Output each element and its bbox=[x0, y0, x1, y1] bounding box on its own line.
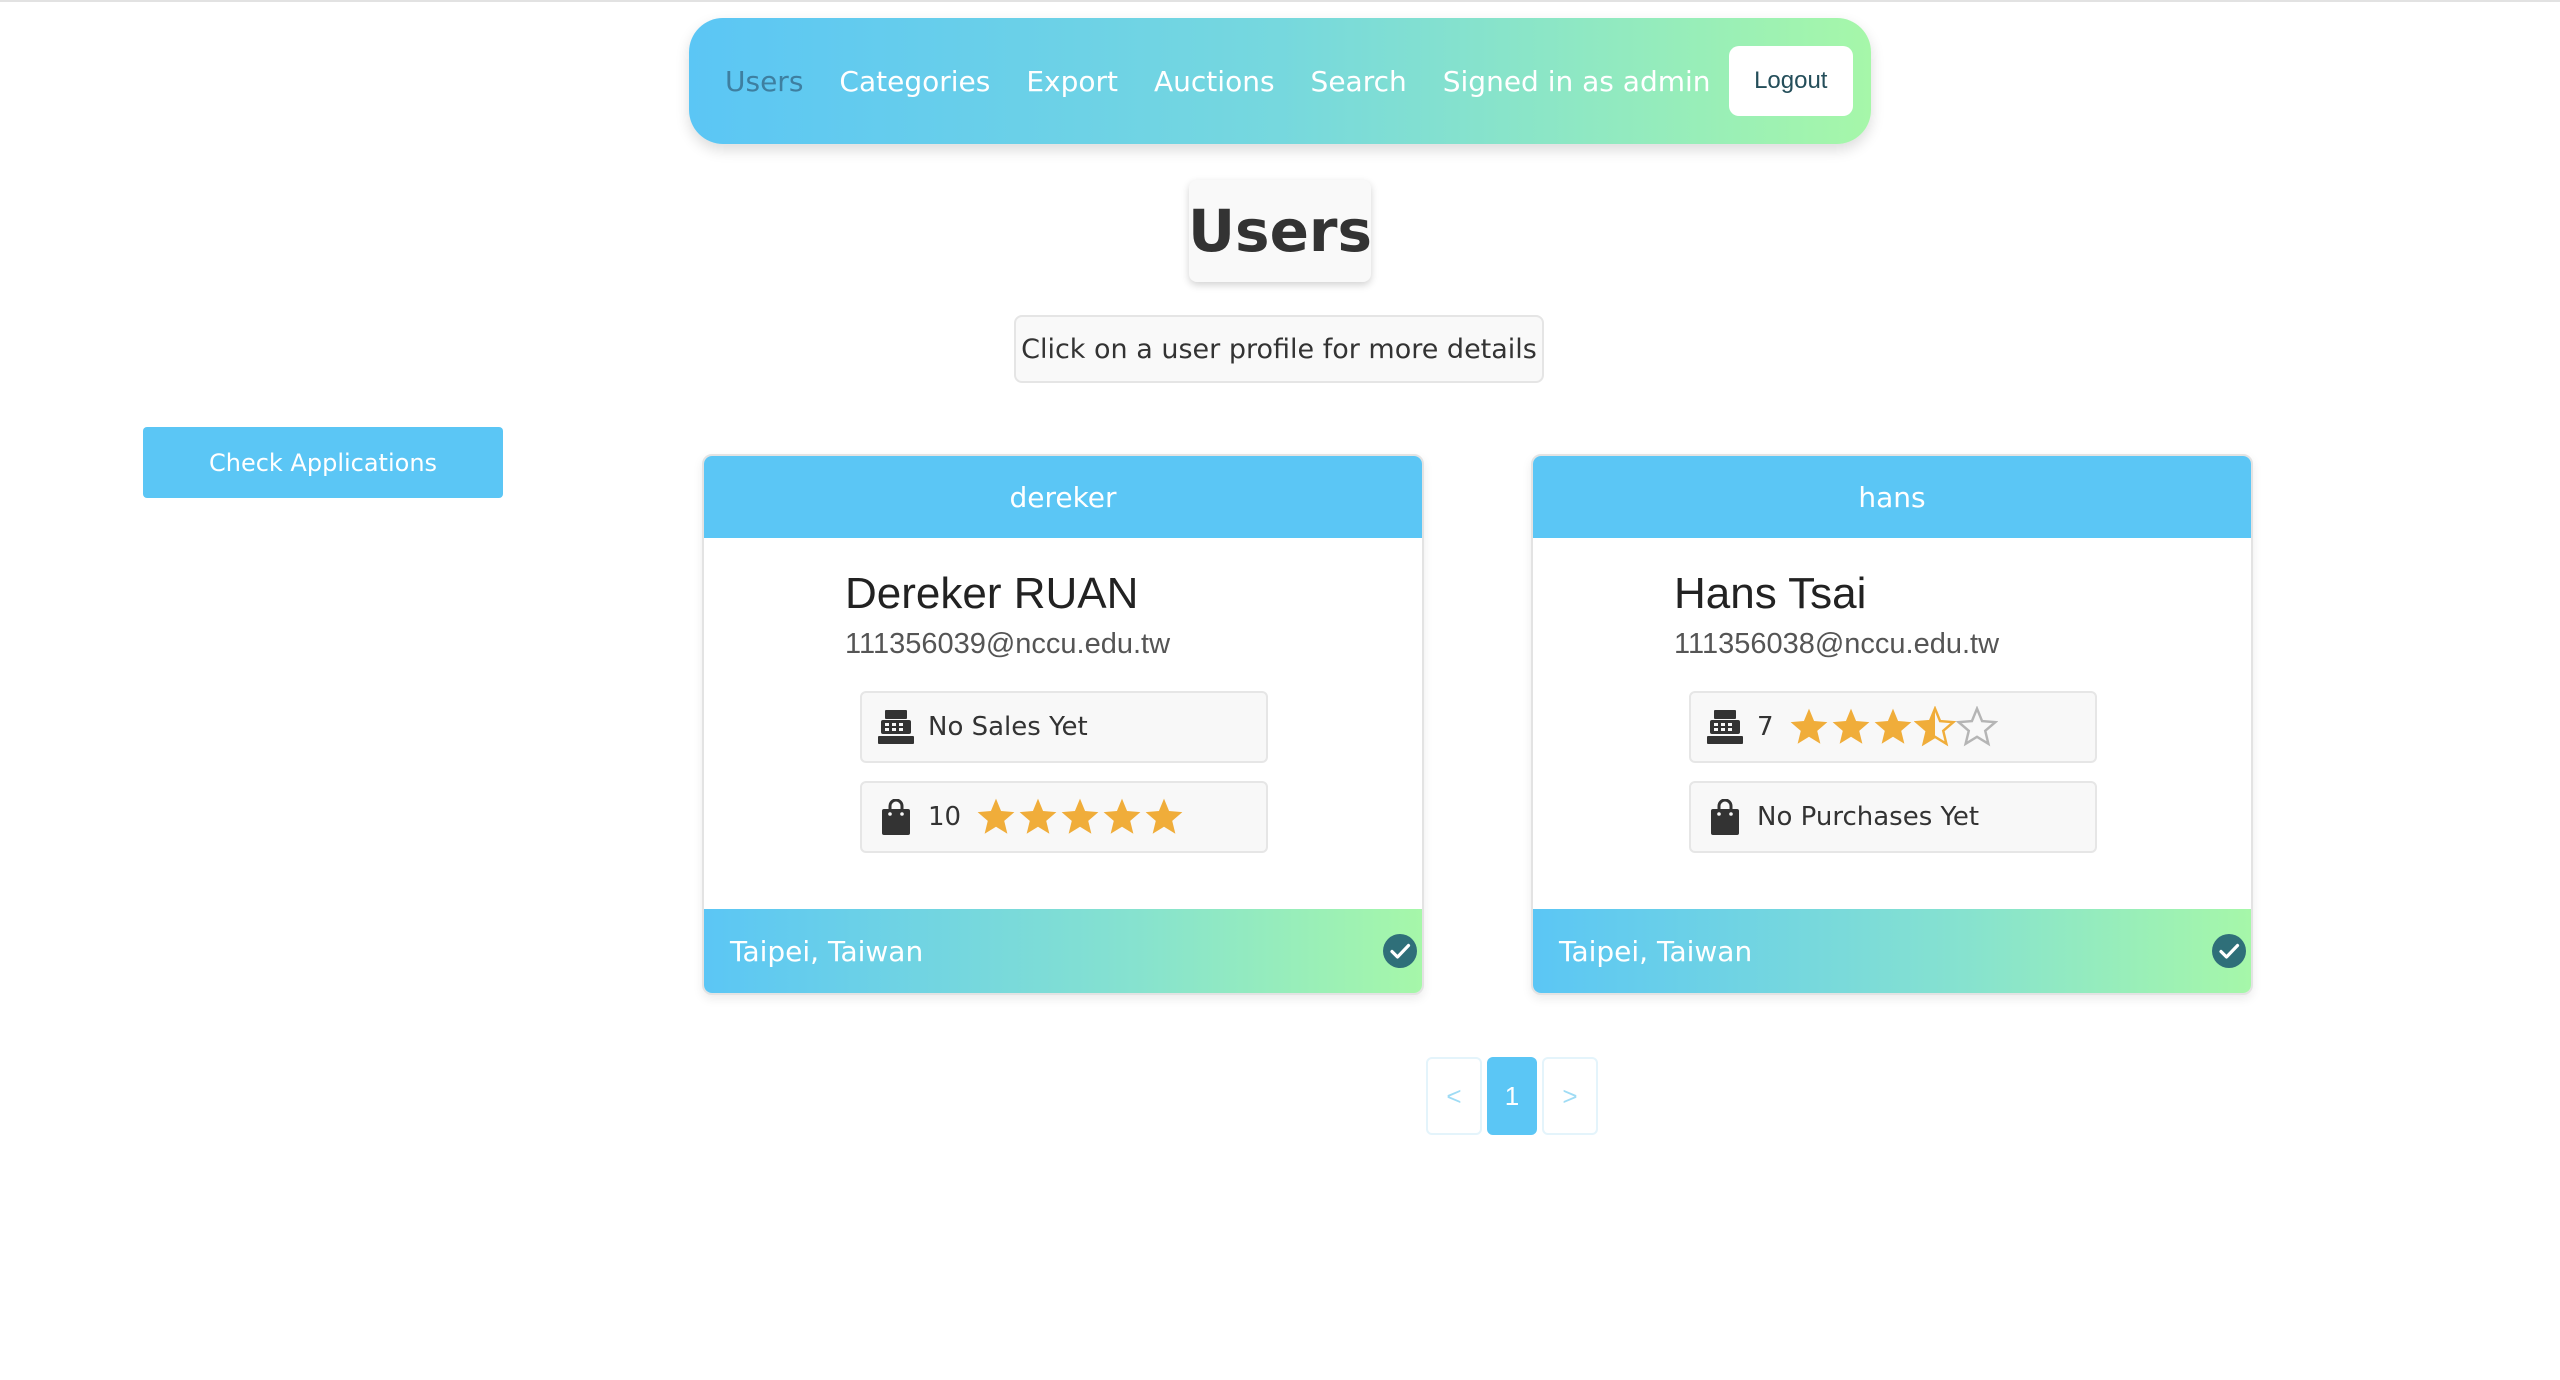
logout-button[interactable]: Logout bbox=[1728, 46, 1853, 116]
page-title: Users bbox=[1188, 180, 1372, 282]
purchases-stat: 10 bbox=[860, 781, 1268, 853]
page-subtitle: Click on a user profile for more details bbox=[1014, 315, 1544, 383]
card-footer: Taipei, Taiwan bbox=[1533, 909, 2251, 993]
star-full-icon bbox=[1061, 798, 1099, 834]
star-full-icon bbox=[1019, 798, 1057, 834]
star-full-icon bbox=[977, 798, 1015, 834]
star-full-icon bbox=[1874, 708, 1911, 744]
purchases-rating-stars bbox=[975, 796, 1185, 838]
purchases-stat: No Purchases Yet bbox=[1689, 781, 2097, 853]
star-empty-icon bbox=[1955, 706, 1998, 747]
cash-register-icon bbox=[1707, 709, 1743, 745]
card-username: dereker bbox=[704, 456, 1422, 538]
card-full-name: Hans Tsai bbox=[1674, 569, 1867, 618]
pagination: < 1 > bbox=[1426, 1057, 1598, 1135]
purchases-text: 10 bbox=[928, 802, 962, 832]
nav-link-search[interactable]: Search bbox=[1311, 65, 1407, 98]
star-full-icon bbox=[1790, 708, 1827, 744]
cash-register-icon bbox=[878, 709, 914, 745]
verified-check-icon bbox=[1383, 934, 1417, 968]
star-full-icon bbox=[1145, 798, 1183, 834]
sales-text: No Sales Yet bbox=[928, 712, 1088, 742]
star-half-icon bbox=[1913, 706, 1956, 747]
card-username: hans bbox=[1533, 456, 2251, 538]
pagination-page-current[interactable]: 1 bbox=[1487, 1057, 1537, 1135]
card-email: 111356039@nccu.edu.tw bbox=[845, 628, 1171, 660]
card-location: Taipei, Taiwan bbox=[730, 934, 924, 968]
sales-stat: No Sales Yet bbox=[860, 691, 1268, 763]
shopping-bag-icon bbox=[1707, 799, 1743, 835]
sales-rating-stars bbox=[1788, 706, 1998, 748]
signed-in-label: Signed in as admin bbox=[1442, 64, 1711, 98]
verified-check-icon bbox=[2212, 934, 2246, 968]
pagination-next-button[interactable]: > bbox=[1542, 1057, 1598, 1135]
nav-link-auctions[interactable]: Auctions bbox=[1154, 65, 1275, 98]
star-full-icon bbox=[1103, 798, 1141, 834]
nav-link-export[interactable]: Export bbox=[1026, 65, 1118, 98]
sales-stat: 7 bbox=[1689, 691, 2097, 763]
nav-link-categories[interactable]: Categories bbox=[839, 65, 990, 98]
pagination-prev-button[interactable]: < bbox=[1426, 1057, 1482, 1135]
user-card[interactable]: hans Hans Tsai 111356038@nccu.edu.tw 7 N… bbox=[1531, 454, 2253, 995]
sales-text: 7 bbox=[1757, 712, 1774, 742]
card-email: 111356038@nccu.edu.tw bbox=[1674, 628, 2000, 660]
nav-link-users[interactable]: Users bbox=[725, 65, 803, 98]
shopping-bag-icon bbox=[878, 799, 914, 835]
card-footer: Taipei, Taiwan bbox=[704, 909, 1422, 993]
purchases-text: No Purchases Yet bbox=[1757, 802, 1980, 832]
top-navbar: Users Categories Export Auctions Search … bbox=[689, 18, 1871, 144]
card-location: Taipei, Taiwan bbox=[1559, 934, 1753, 968]
check-applications-button[interactable]: Check Applications bbox=[143, 427, 503, 498]
star-full-icon bbox=[1832, 708, 1869, 744]
card-full-name: Dereker RUAN bbox=[845, 569, 1139, 618]
user-card[interactable]: dereker Dereker RUAN 111356039@nccu.edu.… bbox=[702, 454, 1424, 995]
